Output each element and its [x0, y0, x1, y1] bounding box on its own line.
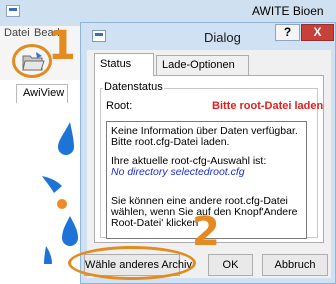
menu-datei[interactable]: Datei	[4, 27, 30, 39]
app-window-icon	[6, 5, 20, 17]
root-label: Root:	[106, 100, 133, 112]
dialog-window-icon	[92, 30, 106, 42]
awite-logo-icon	[42, 122, 78, 264]
tab-awiview-label: AwiView	[23, 87, 65, 99]
step-number-2: 2	[192, 209, 220, 255]
highlight-ring-choose-archive	[68, 246, 196, 280]
root-status-value: Bitte root-Datei laden	[212, 100, 324, 112]
info-selected-path: No directory selectedroot.cfg	[111, 166, 245, 178]
tab-status-label: Status	[100, 58, 132, 70]
tab-lade-optionen-label: Lade-Optionen	[162, 59, 235, 71]
step-number-1: 1	[48, 23, 76, 69]
groupbox-title: Datenstatus	[103, 81, 164, 93]
help-button[interactable]: ?	[275, 24, 300, 41]
highlight-ring-folder	[12, 44, 52, 78]
cancel-button[interactable]: Abbruch	[262, 254, 328, 276]
ok-button[interactable]: OK	[208, 254, 253, 276]
app-title: AWITE Bioen	[252, 4, 324, 18]
close-button[interactable]: X	[301, 24, 334, 41]
dialog-title: Dialog	[204, 30, 241, 45]
info-no-data-text: Keine Information über Daten verfügbar. …	[111, 125, 298, 148]
